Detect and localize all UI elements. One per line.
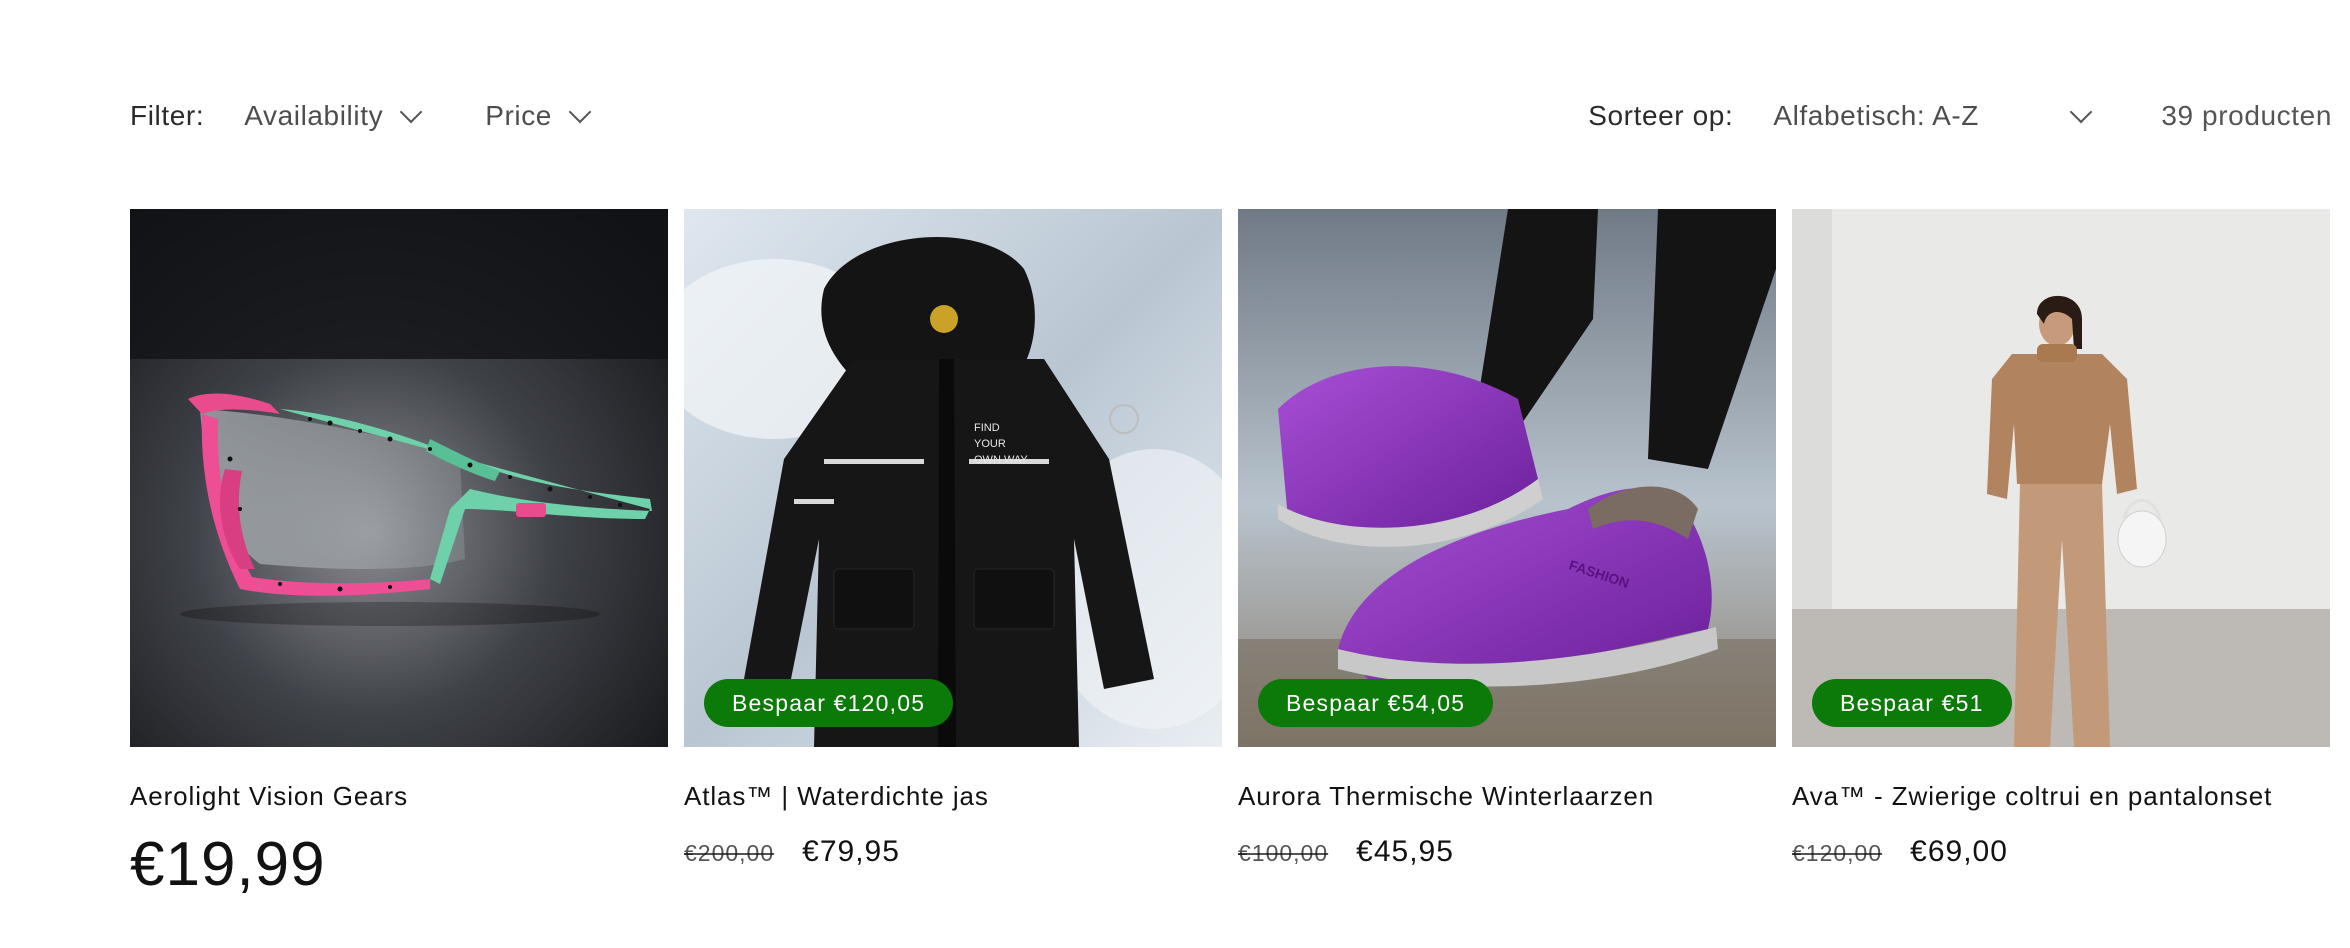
- sale-badge: Bespaar €120,05: [704, 679, 954, 727]
- product-image-link[interactable]: FASHION Bespaar €54,05: [1238, 209, 1776, 747]
- price-row: €200,00 €79,95: [684, 835, 1222, 869]
- product-price: €19,99: [130, 830, 326, 899]
- product-title[interactable]: Aerolight Vision Gears: [130, 779, 668, 813]
- black-jacket-image: FIND YOUR OWN WAY: [684, 209, 1222, 747]
- product-card[interactable]: FASHION Bespaar €54,05 Aurora Thermische…: [1238, 209, 1776, 900]
- sale-price: €79,95: [802, 835, 900, 868]
- product-grid: Aerolight Vision Gears €19,99 FIND YOUR …: [130, 209, 2332, 900]
- cycling-sunglasses-image: [130, 209, 668, 747]
- product-image-link[interactable]: [130, 209, 668, 747]
- product-count: 39 producten: [2161, 100, 2332, 131]
- sale-badge: Bespaar €54,05: [1258, 679, 1494, 727]
- sale-price: €45,95: [1356, 835, 1454, 868]
- filter-label: Filter:: [130, 100, 205, 131]
- price-row: €100,00 €45,95: [1238, 835, 1776, 869]
- sort-value: Alfabetisch: A-Z: [1773, 100, 1980, 131]
- beige-outfit-image: [1792, 209, 2330, 747]
- sort-label: Sorteer op:: [1588, 100, 1734, 131]
- jacket-print-line-2: YOUR: [974, 438, 1006, 450]
- filter-price[interactable]: Price: [485, 100, 592, 132]
- facet-bar: Filter: Availability Price Sorteer op: A…: [130, 80, 2332, 152]
- product-card[interactable]: Aerolight Vision Gears €19,99: [130, 209, 668, 900]
- sale-price: €69,00: [1910, 835, 2008, 868]
- filter-availability-label: Availability: [244, 100, 384, 131]
- product-image-link[interactable]: FIND YOUR OWN WAY Bespaar €120,05: [684, 209, 1222, 747]
- product-card[interactable]: FIND YOUR OWN WAY Bespaar €120,05 Atlas™…: [684, 209, 1222, 900]
- chevron-down-icon: [399, 100, 423, 124]
- chevron-down-icon: [2070, 100, 2093, 124]
- product-image-link[interactable]: Bespaar €51: [1792, 209, 2330, 747]
- compare-price: €120,00: [1792, 840, 1883, 866]
- product-title[interactable]: Aurora Thermische Winterlaarzen: [1238, 779, 1776, 813]
- compare-price: €100,00: [1238, 840, 1329, 866]
- chevron-down-icon: [568, 100, 592, 124]
- jacket-print-line-3: OWN WAY: [974, 454, 1028, 466]
- product-title[interactable]: Ava™ - Zwierige coltrui en pantalonset: [1792, 779, 2330, 813]
- price-row: €120,00 €69,00: [1792, 835, 2330, 869]
- jacket-print-line-1: FIND: [974, 422, 1000, 434]
- filter-price-label: Price: [485, 100, 552, 131]
- sale-badge: Bespaar €51: [1812, 679, 2012, 727]
- sort-select[interactable]: Alfabetisch: A-Z: [1773, 100, 2095, 132]
- purple-boots-image: FASHION: [1238, 209, 1776, 747]
- compare-price: €200,00: [684, 840, 775, 866]
- filter-availability[interactable]: Availability: [244, 100, 423, 132]
- product-card[interactable]: Bespaar €51 Ava™ - Zwierige coltrui en p…: [1792, 209, 2330, 900]
- product-title[interactable]: Atlas™ | Waterdichte jas: [684, 779, 1222, 813]
